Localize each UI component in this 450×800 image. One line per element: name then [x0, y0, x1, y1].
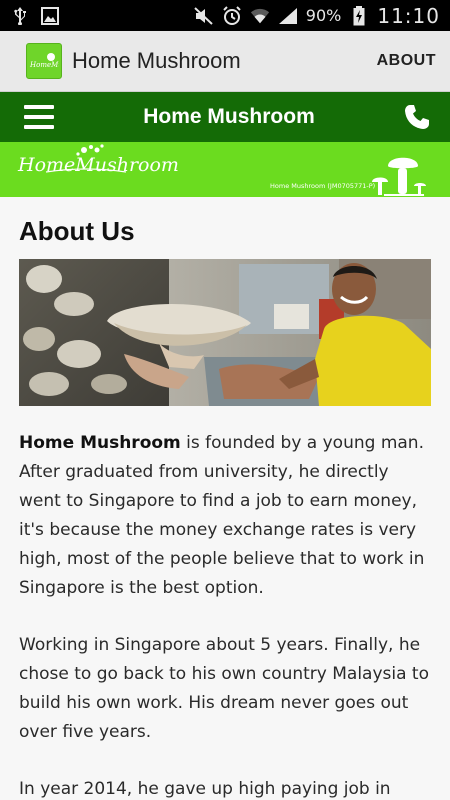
gallery-icon [40, 6, 60, 26]
mute-icon [194, 6, 214, 26]
app-logo-icon: HomeMushroom [26, 43, 62, 79]
app-title: Home Mushroom [72, 48, 241, 73]
status-right: 90% 11:10 [194, 4, 440, 28]
nav-bar: Home Mushroom [0, 92, 450, 142]
banner-logo-text: HomeMushroom [18, 154, 179, 176]
mushroom-logo-icon [370, 152, 434, 197]
paragraph-1-brand: Home Mushroom [19, 433, 181, 453]
app-bar: HomeMushroom Home Mushroom ABOUT [0, 31, 450, 92]
battery-charging-icon [349, 5, 369, 26]
banner-logo: HomeMushroom [18, 144, 179, 176]
usb-icon [10, 6, 30, 26]
battery-percent: 90% [305, 6, 342, 25]
nav-title: Home Mushroom [143, 105, 315, 128]
paragraph-3: In year 2014, he gave up high paying job… [19, 779, 391, 799]
app-logo-text: HomeMushroom [29, 61, 59, 69]
paragraph-1-text: is founded by a young man. After graduat… [19, 433, 425, 598]
status-bar: 90% 11:10 [0, 0, 450, 31]
paragraph-1: Home Mushroom is founded by a young man.… [19, 429, 431, 603]
banner-registration: Home Mushroom (JM0705771-P) [270, 182, 376, 190]
paragraph-2: Working in Singapore about 5 years. Fina… [19, 635, 429, 742]
status-left [10, 6, 60, 26]
clock-time: 11:10 [377, 3, 440, 28]
hero-photo [19, 259, 431, 406]
hamburger-menu-icon[interactable] [24, 105, 54, 129]
about-content: About Us Home Mushroom is founded by a y… [0, 197, 450, 800]
wifi-icon [250, 6, 270, 26]
page-heading: About Us [19, 216, 135, 246]
logo-banner: HomeMushroom Home Mushroom (JM0705771-P) [0, 142, 450, 197]
about-button[interactable]: ABOUT [377, 52, 436, 70]
alarm-icon [222, 5, 242, 26]
signal-icon [278, 6, 298, 26]
phone-icon[interactable] [404, 104, 430, 130]
